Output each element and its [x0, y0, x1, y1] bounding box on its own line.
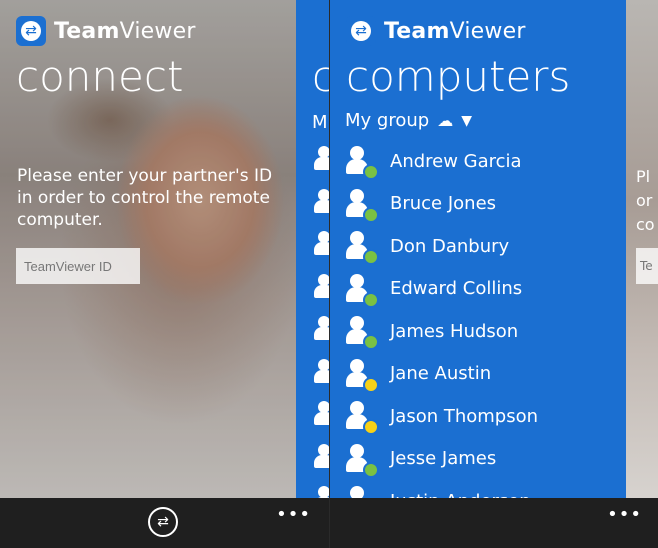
peek-id-input: Te	[636, 248, 658, 284]
status-away-icon	[363, 376, 379, 393]
computer-name: Jane Austin	[390, 363, 492, 385]
app-bar: •••	[330, 498, 658, 548]
brand-name: TeamViewer	[54, 19, 196, 44]
app-brand: TeamViewer	[16, 16, 196, 46]
computer-name: James Hudson	[390, 320, 519, 342]
person-icon	[344, 188, 379, 223]
computer-list-item[interactable]: Bruce Jones	[344, 183, 634, 226]
computer-list-item[interactable]: Jesse James	[344, 438, 634, 481]
computer-name: Jesse James	[390, 448, 497, 470]
person-icon	[344, 358, 379, 393]
computer-name: Andrew Garcia	[390, 150, 522, 172]
page-title: connect	[16, 52, 184, 101]
status-online-icon	[363, 206, 379, 223]
person-icon	[344, 401, 379, 436]
status-away-icon	[363, 419, 379, 436]
person-icon	[344, 316, 379, 351]
connect-screen: TeamViewer connect Please enter your par…	[0, 0, 329, 548]
person-head	[350, 316, 364, 331]
peek-instruction: Pl or co	[636, 167, 655, 234]
person-head	[350, 443, 364, 458]
person-icon	[314, 316, 329, 340]
connect-swap-button[interactable]: ⇄	[148, 507, 178, 537]
brand-bold: Team	[54, 18, 120, 44]
person-head	[350, 146, 364, 161]
computer-list-item[interactable]: Edward Collins	[344, 268, 634, 311]
person-icon	[314, 401, 329, 425]
group-selector[interactable]: My group ☁ ▼	[345, 110, 472, 131]
person-head	[350, 401, 364, 416]
group-label: My group	[345, 110, 430, 131]
computer-name: Jason Thompson	[390, 405, 539, 427]
computer-name: Edward Collins	[390, 278, 523, 300]
computer-name: Don Danbury	[390, 235, 510, 257]
person-icon	[314, 146, 329, 170]
caret-down-icon: ▼	[461, 112, 472, 129]
instruction-text: Please enter your partner's ID in order …	[17, 166, 273, 230]
person-head	[350, 188, 364, 203]
peek-subtitle: M	[312, 112, 328, 133]
brand-name: TeamViewer	[384, 19, 526, 44]
more-options-button[interactable]: •••	[607, 504, 642, 525]
brand-bold: Team	[384, 18, 450, 44]
person-icon	[344, 146, 379, 181]
person-head	[350, 358, 364, 373]
person-icon	[314, 358, 329, 383]
computer-name: Bruce Jones	[390, 193, 497, 215]
person-icon	[314, 231, 329, 255]
status-online-icon	[363, 249, 379, 266]
brand-light: Viewer	[449, 18, 526, 44]
status-online-icon	[363, 334, 379, 351]
brand-light: Viewer	[119, 18, 196, 44]
person-icon	[314, 188, 329, 213]
computer-list-item[interactable]: Don Danbury	[344, 225, 634, 268]
computer-list-item[interactable]: Andrew Garcia	[344, 140, 634, 183]
person-icon	[344, 231, 379, 266]
person-icon	[344, 273, 379, 308]
status-online-icon	[363, 164, 379, 181]
more-options-button[interactable]: •••	[276, 504, 311, 525]
teamviewer-logo-icon	[16, 16, 46, 46]
person-icon	[314, 443, 329, 468]
teamviewer-id-input[interactable]	[16, 248, 140, 284]
computer-list-item[interactable]: Jane Austin	[344, 353, 634, 396]
screen-divider	[329, 0, 330, 548]
cloud-icon: ☁	[437, 111, 454, 130]
status-online-icon	[363, 291, 379, 308]
peek-title: c	[312, 52, 329, 101]
page-title: computers	[346, 52, 571, 101]
person-head	[350, 231, 364, 246]
swap-arrows-icon: ⇄	[157, 514, 169, 530]
person-icon	[344, 443, 379, 478]
person-icon	[314, 273, 329, 298]
app-bar: ⇄ •••	[0, 498, 329, 548]
teamviewer-logo-icon	[346, 16, 376, 46]
person-head	[350, 273, 364, 288]
computers-peek-panel[interactable]: c M	[296, 0, 329, 500]
app-brand: TeamViewer	[346, 16, 526, 46]
computer-list: Andrew Garcia Bruce Jones Don Danbury Edwar…	[344, 140, 634, 523]
computer-list-item[interactable]: Jason Thompson	[344, 395, 634, 438]
status-online-icon	[363, 461, 379, 478]
computer-list-item[interactable]: James Hudson	[344, 310, 634, 353]
computers-screen: Plorco Te TeamViewer computers My group …	[330, 0, 658, 548]
